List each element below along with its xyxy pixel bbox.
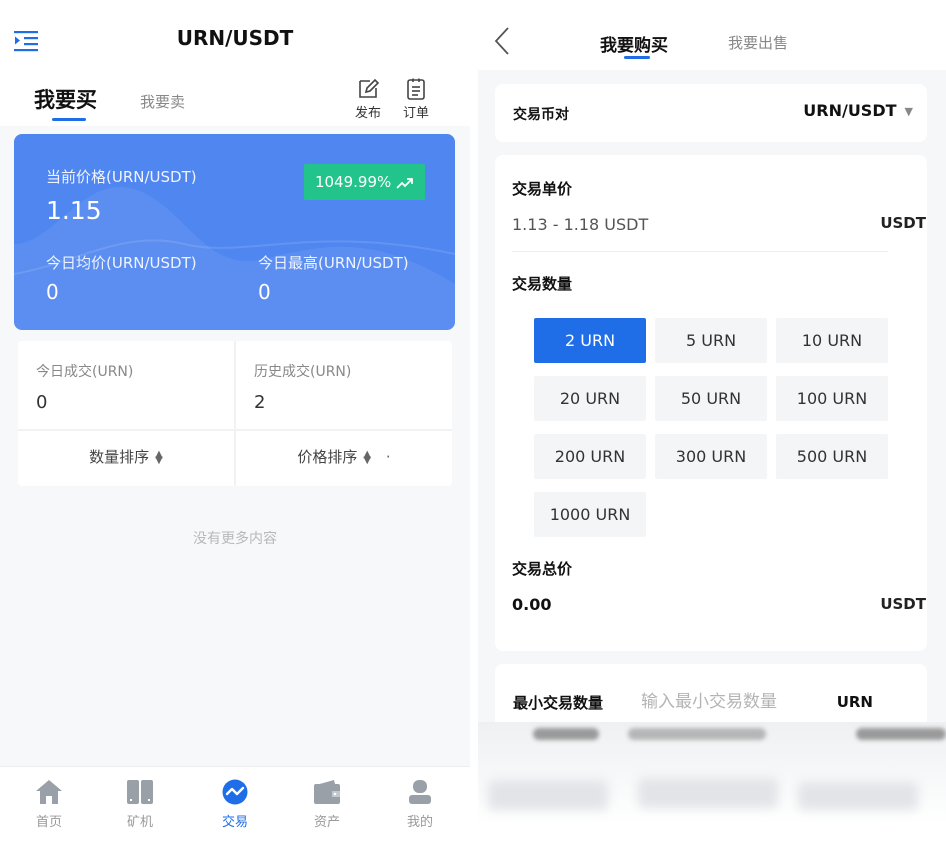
nav-trade[interactable]: 交易 <box>205 779 265 830</box>
trade-market-screen: URN/USDT 我要买 我要卖 发布 订单 当前价格(URN/USDT) 1.… <box>0 0 470 850</box>
obscured-area <box>638 778 778 808</box>
nav-assets[interactable]: 资产 <box>297 779 357 830</box>
sort-arrows-icon: ▲ ▼ <box>155 448 163 466</box>
history-volume-label: 历史成交(URN) <box>254 364 352 380</box>
change-percent: 1049.99% <box>314 173 392 191</box>
tab-active-indicator <box>624 56 650 59</box>
quantity-option-button[interactable]: 10 URN <box>776 318 888 363</box>
min-quantity-unit: URN <box>836 693 873 711</box>
nav-profile-label: 我的 <box>406 815 433 830</box>
bottom-nav: 首页 矿机 交易 资产 我的 <box>0 766 470 850</box>
nav-home-label: 首页 <box>35 815 62 830</box>
top-bar: 我要购买 我要出售 <box>478 0 946 70</box>
total-price-label: 交易总价 <box>512 560 573 578</box>
empty-list-text: 没有更多内容 <box>193 531 277 547</box>
trading-pair-card: 交易币对 URN/USDT ▼ <box>495 84 927 142</box>
trading-pair-label: 交易币对 <box>513 107 569 123</box>
caret-down-icon: ▼ <box>904 105 913 118</box>
history-volume-value: 2 <box>254 392 266 413</box>
wallet-icon <box>314 780 340 804</box>
obscured-area <box>628 728 766 740</box>
tab-active-indicator <box>52 118 86 121</box>
obscured-area <box>798 782 918 810</box>
current-price-label: 当前价格(URN/USDT) <box>46 168 197 186</box>
stats-panel: 今日成交(URN) 0 历史成交(URN) 2 数量排序 ▲ ▼ 价格排序 ▲ ▼ · <box>18 341 452 486</box>
today-high-label: 今日最高(URN/USDT) <box>258 254 409 272</box>
quantity-option-button[interactable]: 5 URN <box>655 318 767 363</box>
min-quantity-input[interactable] <box>641 686 811 718</box>
chevron-left-icon[interactable] <box>492 26 514 56</box>
nav-miner-label: 矿机 <box>126 815 153 830</box>
tab-sell[interactable]: 我要出售 <box>728 32 788 53</box>
trend-up-icon <box>396 177 413 189</box>
quantity-option-button[interactable]: 300 URN <box>655 434 767 479</box>
nav-profile[interactable]: 我的 <box>390 779 450 830</box>
publish-button[interactable]: 发布 <box>348 76 388 126</box>
nav-home[interactable]: 首页 <box>19 779 79 830</box>
today-avg-label: 今日均价(URN/USDT) <box>46 254 197 272</box>
sort-price-label: 价格排序 <box>297 448 358 466</box>
sort-price-dot: · <box>385 448 391 466</box>
unit-price-label: 交易单价 <box>512 180 573 198</box>
orders-label: 订单 <box>402 106 429 121</box>
page-title: URN/USDT <box>176 26 294 50</box>
top-bar: URN/USDT <box>0 0 470 70</box>
obscured-area <box>488 780 608 810</box>
divider <box>512 251 888 252</box>
nav-trade-label: 交易 <box>221 815 248 830</box>
orders-button[interactable]: 订单 <box>396 76 436 126</box>
trading-pair-select[interactable]: URN/USDT ▼ <box>803 101 913 120</box>
publish-label: 发布 <box>354 106 381 121</box>
nav-assets-label: 资产 <box>313 815 340 830</box>
obscured-area <box>533 728 599 740</box>
tab-buy[interactable]: 我要买 <box>34 84 97 114</box>
trade-icon <box>222 779 248 805</box>
quantity-option-button[interactable]: 1000 URN <box>534 492 646 537</box>
miner-icon <box>127 780 153 804</box>
unit-price-currency: USDT <box>880 214 926 232</box>
min-quantity-label: 最小交易数量 <box>513 694 604 712</box>
sort-by-price-button[interactable]: 价格排序 ▲ ▼ · <box>236 429 452 486</box>
quantity-option-button[interactable]: 2 URN <box>534 318 646 363</box>
current-price-value: 1.15 <box>46 196 102 225</box>
today-high-value: 0 <box>258 280 271 304</box>
order-list-icon <box>407 78 425 100</box>
home-icon <box>36 780 62 804</box>
quantity-option-button[interactable]: 50 URN <box>655 376 767 421</box>
obscured-area <box>856 728 946 740</box>
quantity-label: 交易数量 <box>512 275 573 293</box>
edit-icon <box>359 78 379 98</box>
unit-price-range: 1.13 - 1.18 USDT <box>512 215 649 234</box>
nav-miner[interactable]: 矿机 <box>110 779 170 830</box>
total-price-currency: USDT <box>880 595 926 613</box>
trading-pair-value: URN/USDT <box>803 101 897 120</box>
sort-quantity-label: 数量排序 <box>89 448 150 466</box>
sort-by-quantity-button[interactable]: 数量排序 ▲ ▼ <box>18 429 234 486</box>
total-price-value: 0.00 <box>512 595 552 614</box>
tab-buy[interactable]: 我要购买 <box>600 31 668 56</box>
today-volume-label: 今日成交(URN) <box>36 364 134 380</box>
sort-arrows-icon: ▲ ▼ <box>363 448 372 466</box>
quantity-option-button[interactable]: 200 URN <box>534 434 646 479</box>
change-badge: 1049.99% <box>304 164 425 200</box>
buy-sell-tabs: 我要买 我要卖 发布 订单 <box>0 70 470 126</box>
buy-order-screen: 我要购买 我要出售 交易币对 URN/USDT ▼ 交易单价 1.13 - 1.1… <box>478 0 946 850</box>
tab-sell[interactable]: 我要卖 <box>140 91 185 112</box>
user-icon <box>409 780 431 804</box>
today-volume-value: 0 <box>36 392 48 413</box>
today-avg-value: 0 <box>46 280 59 304</box>
quantity-option-button[interactable]: 100 URN <box>776 376 888 421</box>
price-card: 当前价格(URN/USDT) 1.15 1049.99% 今日均价(URN/US… <box>14 134 455 330</box>
quantity-option-button[interactable]: 20 URN <box>534 376 646 421</box>
quantity-option-button[interactable]: 500 URN <box>776 434 888 479</box>
